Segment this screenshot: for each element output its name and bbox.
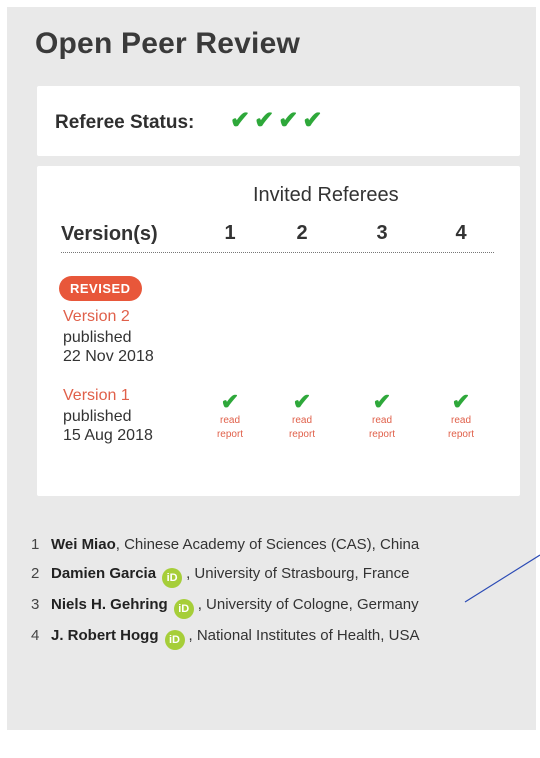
pointer-line xyxy=(464,554,540,603)
annotation-pointer-line xyxy=(464,554,540,603)
